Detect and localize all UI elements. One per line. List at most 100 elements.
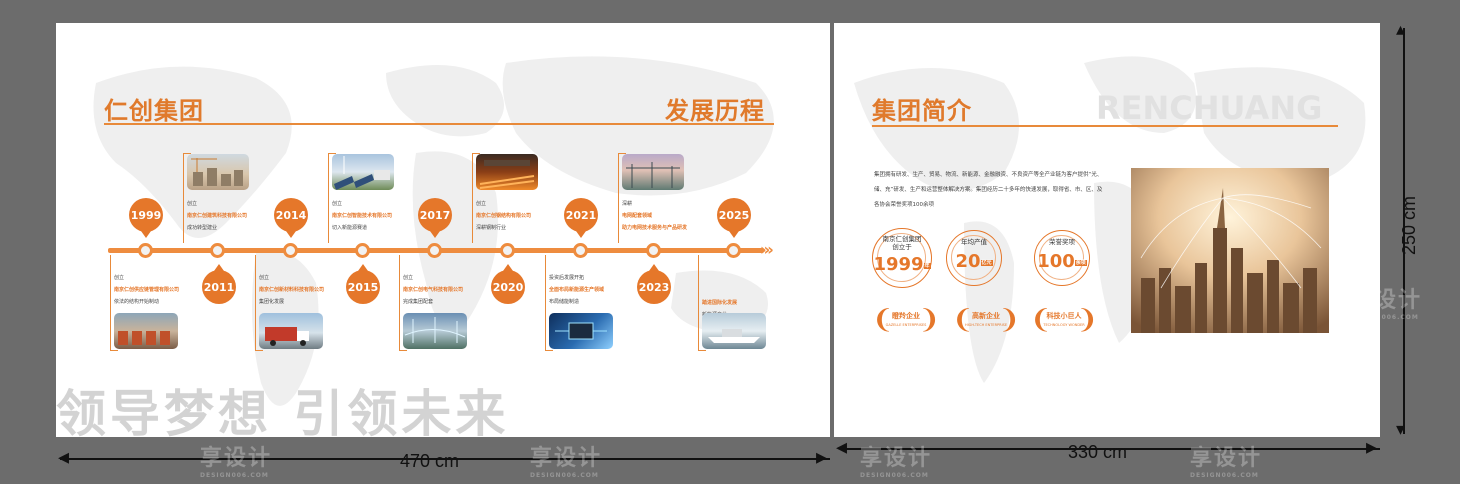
dimension-arrow-icon: ◂ bbox=[58, 444, 70, 469]
stat-label: 年均产值 bbox=[961, 238, 987, 246]
event-label: 创立 bbox=[403, 275, 414, 281]
watermark-sub: DESIGN006.COM bbox=[1350, 314, 1419, 321]
watermark: 享设计 DESIGN006.COM bbox=[200, 440, 272, 479]
event-2014-text: 创立 南京仁创智能技术有限公司 切入新能源赛道 bbox=[332, 198, 442, 234]
city-network-photo bbox=[1131, 168, 1329, 333]
event-2011-text: 创立 南京仁创供应链管理有限公司 依法的结构开始制动 bbox=[114, 272, 224, 308]
year-pin-1999: 1999 bbox=[129, 198, 163, 238]
stat-awards: 荣誉奖项 100余项 bbox=[1034, 230, 1090, 286]
photo-steel-mill bbox=[476, 154, 538, 190]
award-gazelle: ❨ ❩ 瞪羚企业 GAZELLE ENTERPRISES bbox=[872, 305, 940, 335]
award-title: 高新企业 bbox=[972, 312, 1000, 320]
event-org: 南京仁创智能技术有限公司 bbox=[332, 213, 393, 219]
award-subtitle: TECHNOLOGY WONDER bbox=[1043, 323, 1085, 327]
dimension-arrow-icon: ◂ bbox=[836, 434, 848, 459]
slogan: 领导梦想 引领未来 bbox=[56, 385, 510, 437]
watermark-text: 享设计 bbox=[530, 446, 603, 471]
award-subtitle: HIGH-TECH ENTERPRISE bbox=[964, 323, 1008, 327]
photo-solar-farm bbox=[332, 154, 394, 190]
stat-number: 100 bbox=[1037, 251, 1075, 272]
event-label: 创立 bbox=[187, 201, 198, 207]
dimension-left-width: 470 cm bbox=[400, 451, 460, 471]
heading-history: 发展历程 bbox=[665, 97, 765, 125]
photo-power-grid bbox=[622, 154, 684, 190]
event-desc: 布局储能制造 bbox=[549, 299, 580, 305]
event-desc: 深耕钢制行业 bbox=[476, 225, 507, 231]
company-intro: 集团拥有研发、生产、贸易、物流、新能源、金融融资、不良资产等全产业链为客户提供“… bbox=[874, 172, 1103, 208]
event-label: 创立 bbox=[332, 201, 343, 207]
stat-number: 1999 bbox=[873, 254, 924, 275]
event-org: 南京仁创钢结构有限公司 bbox=[476, 213, 532, 219]
watermark-text: 享设计 bbox=[1350, 288, 1423, 313]
stat-founded: 南京仁创集团 创立于 1999年 bbox=[872, 228, 932, 288]
watermark-text: 享设计 bbox=[1190, 446, 1263, 471]
event-desc: 集团化发展 bbox=[259, 299, 285, 305]
watermark-sub: DESIGN006.COM bbox=[530, 472, 599, 479]
watermark-text: 享设计 bbox=[860, 446, 933, 471]
event-desc: 成功转型建业 bbox=[187, 225, 218, 231]
stat-value: 1999年 bbox=[873, 254, 931, 275]
event-label: 创立 bbox=[476, 201, 487, 207]
heading-profile: 集团简介 bbox=[872, 97, 972, 125]
timeline-node bbox=[355, 243, 370, 258]
event-2021-text: 深耕 电网配套领域 助力电网技术服务与产品研发 bbox=[622, 198, 732, 234]
axis-arrow-icon: ››› bbox=[760, 240, 774, 259]
photo-construction bbox=[187, 154, 249, 190]
timeline-node bbox=[138, 243, 153, 258]
award-title: 瞪羚企业 bbox=[892, 312, 920, 320]
event-label: 创立 bbox=[114, 275, 125, 281]
timeline-node bbox=[427, 243, 442, 258]
photo-battery-chip bbox=[549, 313, 613, 349]
stat-unit: 余项 bbox=[1074, 259, 1087, 266]
event-label: 创立 bbox=[259, 275, 270, 281]
dimension-arrow-icon: ▴ bbox=[1396, 19, 1406, 39]
award-hightech: ❨ ❩ 高新企业 HIGH-TECH ENTERPRISE bbox=[952, 305, 1020, 335]
event-desc: 切入新能源赛道 bbox=[332, 225, 368, 231]
watermark-sub: DESIGN006.COM bbox=[860, 472, 929, 479]
watermark: 享设计 DESIGN006.COM bbox=[1190, 440, 1262, 479]
watermark: 享设计 DESIGN006.COM bbox=[860, 440, 932, 479]
photo-truck bbox=[259, 313, 323, 349]
heading-company: 仁创集团 bbox=[104, 97, 204, 125]
timeline-panel: 仁创集团 发展历程 ››› 1999 2011 2014 2015 2017 2… bbox=[56, 23, 830, 437]
event-org: 南京仁创新材料科技有限公司 bbox=[259, 287, 325, 293]
event-label: 深耕 bbox=[622, 201, 633, 207]
stat-unit: 亿元 bbox=[980, 259, 993, 266]
event-org: 全面布局新能源生产领域 bbox=[549, 287, 605, 293]
event-2017-text: 创立 南京仁创钢结构有限公司 深耕钢制行业 bbox=[476, 198, 586, 234]
timeline-node bbox=[500, 243, 515, 258]
timeline-node bbox=[726, 243, 741, 258]
photo-substation bbox=[403, 313, 467, 349]
stat-output: 年均产值 20亿元 bbox=[946, 230, 1002, 286]
event-org: 南京仁创供应链管理有限公司 bbox=[114, 287, 180, 293]
event-2020-text: 创立 南京仁创电气科技有限公司 完成集团配套 bbox=[403, 272, 513, 308]
event-org: 电网配套领域 bbox=[622, 213, 653, 219]
stat-label: 荣誉奖项 bbox=[1049, 238, 1075, 246]
watermark-text: 享设计 bbox=[200, 446, 273, 471]
stat-number: 20 bbox=[955, 251, 981, 272]
heading-divider bbox=[104, 123, 774, 125]
watermark-sub: DESIGN006.COM bbox=[1190, 472, 1259, 479]
profile-panel: 集团简介 RENCHUANG 集团拥有研发、生产、贸易、物流、新能源、金融融资、… bbox=[834, 23, 1380, 437]
event-2015-text: 创立 南京仁创新材料科技有限公司 集团化发展 bbox=[259, 272, 369, 308]
event-label: 投资后发展开拓 bbox=[549, 275, 585, 281]
timeline-node bbox=[283, 243, 298, 258]
watermark: 享设计 DESIGN006.COM bbox=[530, 440, 602, 479]
event-org: 南京仁创电气科技有限公司 bbox=[403, 287, 464, 293]
event-desc: 完成集团配套 bbox=[403, 299, 434, 305]
stat-label: 创立于 bbox=[892, 243, 912, 251]
award-title: 科技小巨人 bbox=[1046, 312, 1082, 320]
timeline-node bbox=[210, 243, 225, 258]
dimension-arrow-icon: ▸ bbox=[1366, 434, 1378, 459]
award-tech-giant: ❨ ❩ 科技小巨人 TECHNOLOGY WONDER bbox=[1030, 305, 1098, 335]
photo-warehouse bbox=[114, 313, 178, 349]
watermark: 享设计 DESIGN006.COM bbox=[1350, 282, 1422, 321]
dimension-arrow-icon: ▸ bbox=[816, 444, 828, 469]
stat-unit: 年 bbox=[923, 262, 931, 269]
dimension-right-width: 330 cm bbox=[1068, 442, 1128, 462]
event-desc: 助力电网技术服务与产品研发 bbox=[622, 225, 688, 231]
timeline-node bbox=[646, 243, 661, 258]
event-org: 南京仁创建筑科技有限公司 bbox=[187, 213, 248, 219]
event-1999-text: 创立 南京仁创建筑科技有限公司 成功转型建业 bbox=[187, 198, 297, 234]
event-2023-text: 投资后发展开拓 全面布局新能源生产领域 布局储能制造 bbox=[549, 272, 659, 308]
